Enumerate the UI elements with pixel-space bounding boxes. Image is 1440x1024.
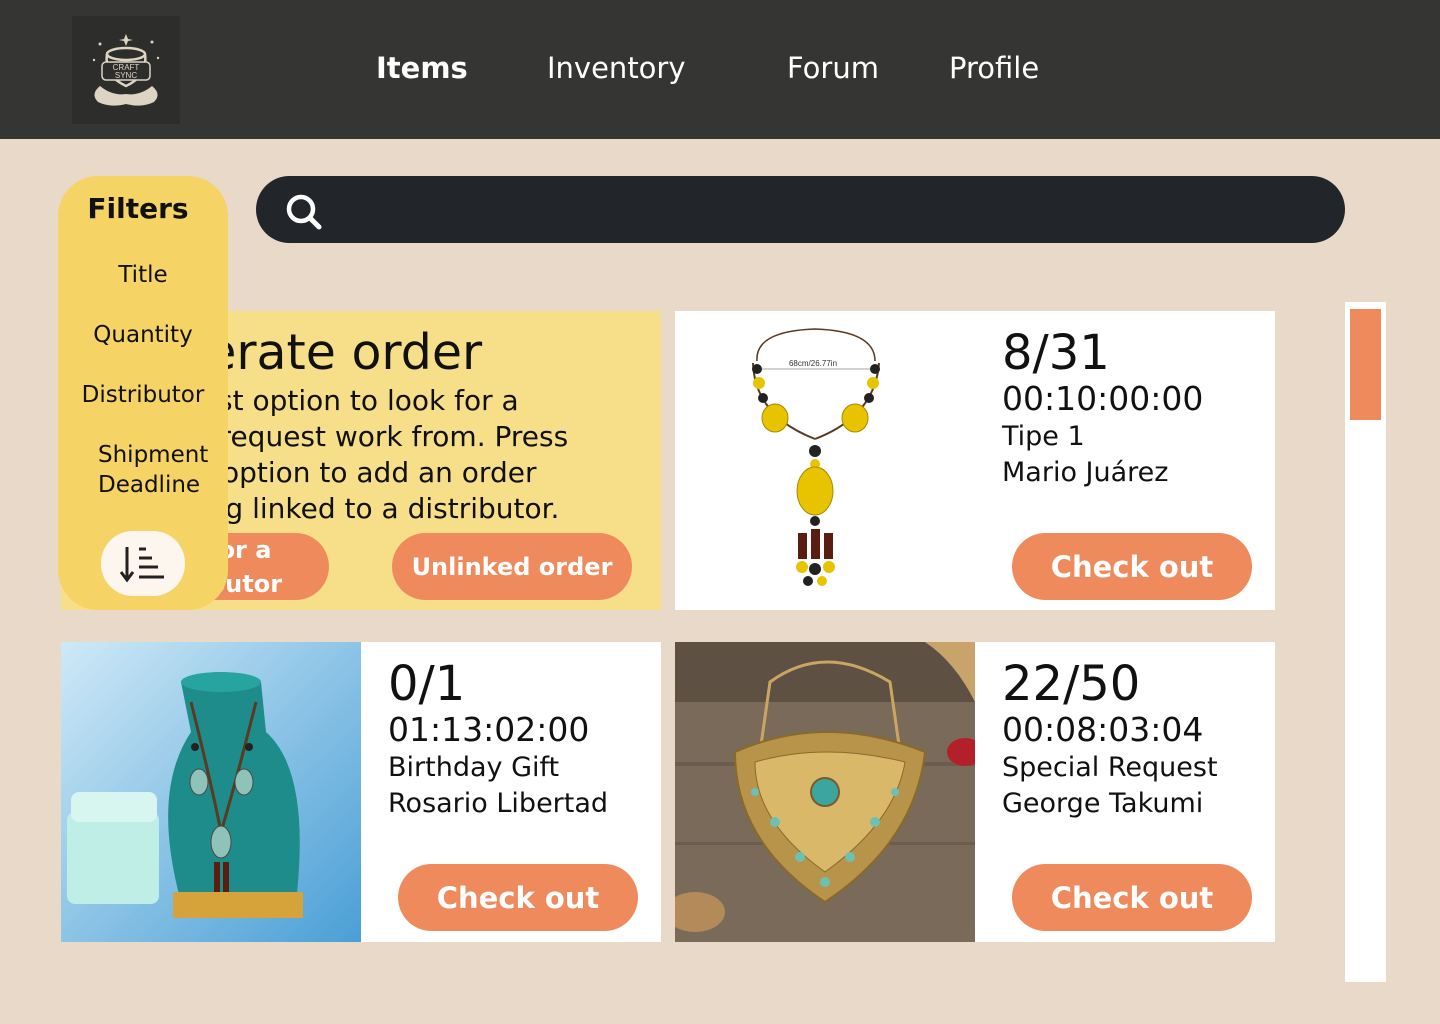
check-out-button[interactable]: Check out (1012, 864, 1252, 931)
order-client-name: Rosario Libertad (388, 788, 609, 819)
necklace-photo[interactable] (675, 642, 975, 942)
order-info: 22/50 00:08:03:04 Special Request George… (1002, 658, 1218, 822)
filter-option-title[interactable]: Title (58, 260, 228, 290)
svg-text:68cm/26.77in: 68cm/26.77in (789, 359, 837, 368)
craft-sync-logo[interactable]: CRAFT SYNC (72, 16, 180, 124)
search-bar[interactable] (256, 176, 1345, 243)
necklace-photo[interactable] (61, 642, 361, 942)
search-input[interactable] (336, 188, 1296, 231)
check-out-button[interactable]: Check out (398, 864, 638, 931)
unlinked-order-button[interactable]: Unlinked order (392, 533, 632, 600)
order-client-name: George Takumi (1002, 788, 1204, 819)
order-card: 68cm/26.77in 8/31 00:10:00:00 Tipe 1 Mar… (675, 311, 1275, 610)
turquoise-necklace-on-bust-image (61, 642, 361, 942)
filter-option-distributor[interactable]: Distributor (58, 380, 228, 410)
order-client-name: Mario Juárez (1002, 457, 1169, 488)
necklace-photo[interactable]: 68cm/26.77in (675, 311, 975, 610)
order-info: 0/1 01:13:02:00 Birthday Gift Rosario Li… (388, 658, 608, 822)
order-progress-count: 0/1 (388, 656, 466, 712)
order-countdown-timer: 00:10:00:00 (1002, 379, 1204, 418)
order-countdown-timer: 00:08:03:04 (1002, 710, 1204, 749)
top-navigation-bar: CRAFT SYNC Items Inventory Forum Profile (0, 0, 1440, 139)
nav-items[interactable]: Items (376, 48, 468, 88)
nav-profile[interactable]: Profile (949, 48, 1039, 88)
order-tag: Special Request (1002, 752, 1218, 783)
order-tag: Tipe 1 (1002, 421, 1085, 452)
order-tag: Birthday Gift (388, 752, 560, 783)
filters-panel: Filters Title Quantity Distributor Shipm… (58, 176, 228, 610)
nav-forum[interactable]: Forum (787, 48, 879, 88)
order-progress-count: 8/31 (1002, 325, 1110, 381)
order-card: 22/50 00:08:03:04 Special Request George… (675, 642, 1275, 942)
sort-button[interactable] (101, 531, 185, 596)
filter-option-shipment-deadline[interactable]: Shipment Deadline (58, 440, 228, 500)
gold-bib-necklace-image (675, 642, 975, 942)
order-info: 8/31 00:10:00:00 Tipe 1 Mario Juárez (1002, 327, 1203, 491)
search-icon[interactable] (284, 192, 324, 232)
scrollbar-thumb[interactable] (1350, 309, 1381, 420)
order-countdown-timer: 01:13:02:00 (388, 710, 590, 749)
nav-inventory[interactable]: Inventory (547, 48, 686, 88)
order-card: 0/1 01:13:02:00 Birthday Gift Rosario Li… (61, 642, 661, 942)
sort-descending-icon (119, 546, 164, 582)
svg-text:SYNC: SYNC (115, 71, 137, 80)
order-progress-count: 22/50 (1002, 656, 1141, 712)
yellow-bead-necklace-image: 68cm/26.77in (675, 311, 975, 610)
filter-option-quantity[interactable]: Quantity (58, 320, 228, 350)
filters-title: Filters (87, 192, 189, 225)
logo-emblem: CRAFT SYNC (80, 24, 172, 116)
check-out-button[interactable]: Check out (1012, 533, 1252, 600)
